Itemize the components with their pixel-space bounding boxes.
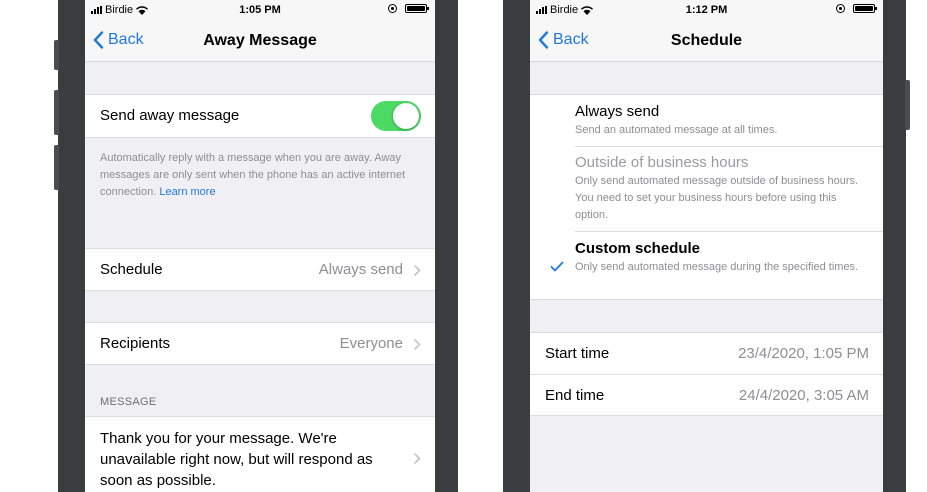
option-title: Always send	[575, 103, 660, 120]
send-away-row: Send away message	[85, 94, 435, 138]
end-time-label: End time	[545, 387, 605, 404]
right-screen: Birdie 1:12 PM Back Schedule Always send…	[530, 0, 883, 492]
away-footer: Automatically reply with a message when …	[100, 150, 417, 201]
status-bar: Birdie 1:05 PM	[85, 0, 435, 22]
end-time-value: 24/4/2020, 3:05 AM	[738, 387, 869, 404]
chevron-right-icon	[413, 264, 421, 277]
recipients-value: Everyone	[339, 335, 403, 352]
end-time-row[interactable]: End time 24/4/2020, 3:05 AM	[530, 374, 883, 416]
left-phone: Birdie 1:05 PM Back Away Message Send aw…	[54, 0, 458, 492]
nav-bar: Back Schedule	[530, 22, 883, 62]
nav-bar: Back Away Message	[85, 22, 435, 62]
battery-icon	[853, 4, 877, 13]
start-time-value: 23/4/2020, 1:05 PM	[738, 345, 869, 362]
recipients-row[interactable]: Recipients Everyone	[85, 322, 435, 365]
send-away-label: Send away message	[100, 107, 240, 124]
away-footer-text: Automatically reply with a message when …	[100, 152, 406, 198]
option-outside-business-hours[interactable]: Outside of business hours Only send auto…	[575, 154, 869, 224]
option-desc: Send an automated message at all times.	[575, 124, 778, 136]
status-bar: Birdie 1:12 PM	[530, 0, 883, 22]
start-time-label: Start time	[545, 345, 610, 362]
checkmark-icon	[550, 261, 564, 272]
option-desc: Only send automated message outside of b…	[575, 175, 859, 221]
start-time-row[interactable]: Start time 23/4/2020, 1:05 PM	[530, 332, 883, 374]
send-away-toggle[interactable]	[371, 101, 421, 131]
battery-icon	[405, 4, 429, 13]
status-time: 1:05 PM	[239, 4, 281, 16]
option-custom-schedule[interactable]: Custom schedule Only send automated mess…	[575, 240, 869, 276]
location-icon	[836, 4, 845, 13]
schedule-label: Schedule	[100, 261, 163, 278]
page-title: Away Message	[203, 32, 317, 49]
learn-more-link[interactable]: Learn more	[159, 186, 215, 198]
location-icon	[388, 4, 397, 13]
option-desc: Only send automated message during the s…	[575, 261, 859, 273]
message-row[interactable]: Thank you for your message. We're unavai…	[85, 416, 435, 492]
message-text: Thank you for your message. We're unavai…	[100, 430, 373, 489]
option-always-send[interactable]: Always send Send an automated message at…	[575, 103, 869, 139]
option-title: Outside of business hours	[575, 154, 749, 171]
left-screen: Birdie 1:05 PM Back Away Message Send aw…	[85, 0, 435, 492]
page-title: Schedule	[670, 32, 743, 49]
recipients-label: Recipients	[100, 335, 171, 352]
option-title: Custom schedule	[575, 240, 701, 257]
chevron-right-icon	[413, 452, 421, 465]
schedule-options: Always send Send an automated message at…	[530, 94, 883, 300]
right-phone: Birdie 1:12 PM Back Schedule Always send…	[503, 0, 910, 492]
schedule-value: Always send	[318, 261, 403, 278]
chevron-right-icon	[413, 338, 421, 351]
schedule-row[interactable]: Schedule Always send	[85, 248, 435, 291]
status-time: 1:12 PM	[685, 4, 728, 16]
message-section-header: MESSAGE	[100, 396, 157, 408]
